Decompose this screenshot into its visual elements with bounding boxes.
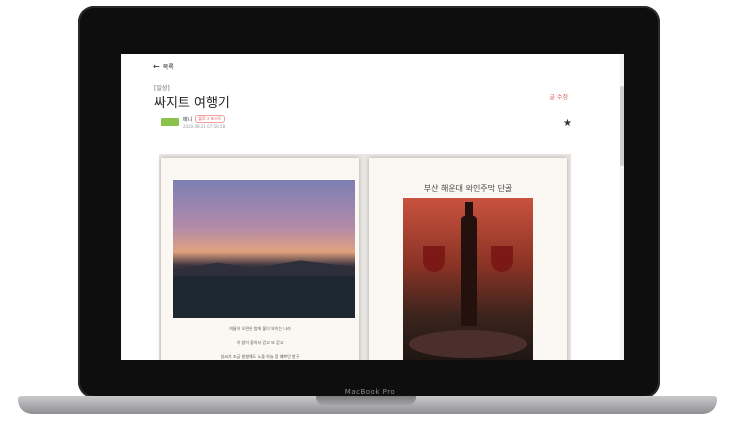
- post-title: 싸지트 여행기: [154, 96, 230, 111]
- page-heading: 부산 해운대 와인주막 단골: [423, 184, 513, 193]
- book-page-left: 여름이 오면은 밤에 불이 보이는 나라 이 밤이 좋아서 걷고 또 걷고 날씨…: [161, 158, 359, 360]
- post-meta: 매니 블로그 포스트 2020.08.21 07:56:58: [161, 115, 225, 129]
- laptop-notch: [316, 396, 416, 405]
- category-label: [일상]: [154, 85, 170, 92]
- star-icon[interactable]: ★: [563, 118, 572, 129]
- scrollbar-thumb[interactable]: [620, 86, 624, 166]
- author-name: 매니: [183, 116, 193, 123]
- back-label: 목록: [162, 64, 174, 71]
- wine-photo: [403, 198, 533, 360]
- page-caption: 이 밤이 좋아서 걷고 또 걷고: [236, 340, 284, 345]
- back-link[interactable]: ← 목록: [153, 62, 174, 71]
- page-caption: 날씨가 조금 쌀쌀해도 노을 하늘 참 예쁘던 항구: [220, 354, 300, 359]
- book-page-right: 부산 해운대 와인주막 단골: [369, 158, 567, 360]
- sunset-harbor-photo: [173, 180, 355, 318]
- avatar: [161, 118, 179, 126]
- post-date: 2020.08.21 07:56:58: [183, 124, 226, 129]
- arrow-left-icon: ←: [153, 62, 160, 71]
- app-screen: ← 목록 [일상] 싸지트 여행기 글 수정 매니 블로그 포스트 2020.0…: [121, 54, 624, 360]
- brand-label: MacBook Pro: [344, 388, 396, 396]
- edit-post-link[interactable]: 글 수정: [550, 92, 568, 101]
- photo-book-viewer[interactable]: 여름이 오면은 밤에 불이 보이는 나라 이 밤이 좋아서 걷고 또 걷고 날씨…: [159, 154, 571, 360]
- status-badge: 블로그 포스트: [195, 115, 225, 123]
- page-caption: 여름이 오면은 밤에 불이 보이는 나라: [229, 326, 291, 331]
